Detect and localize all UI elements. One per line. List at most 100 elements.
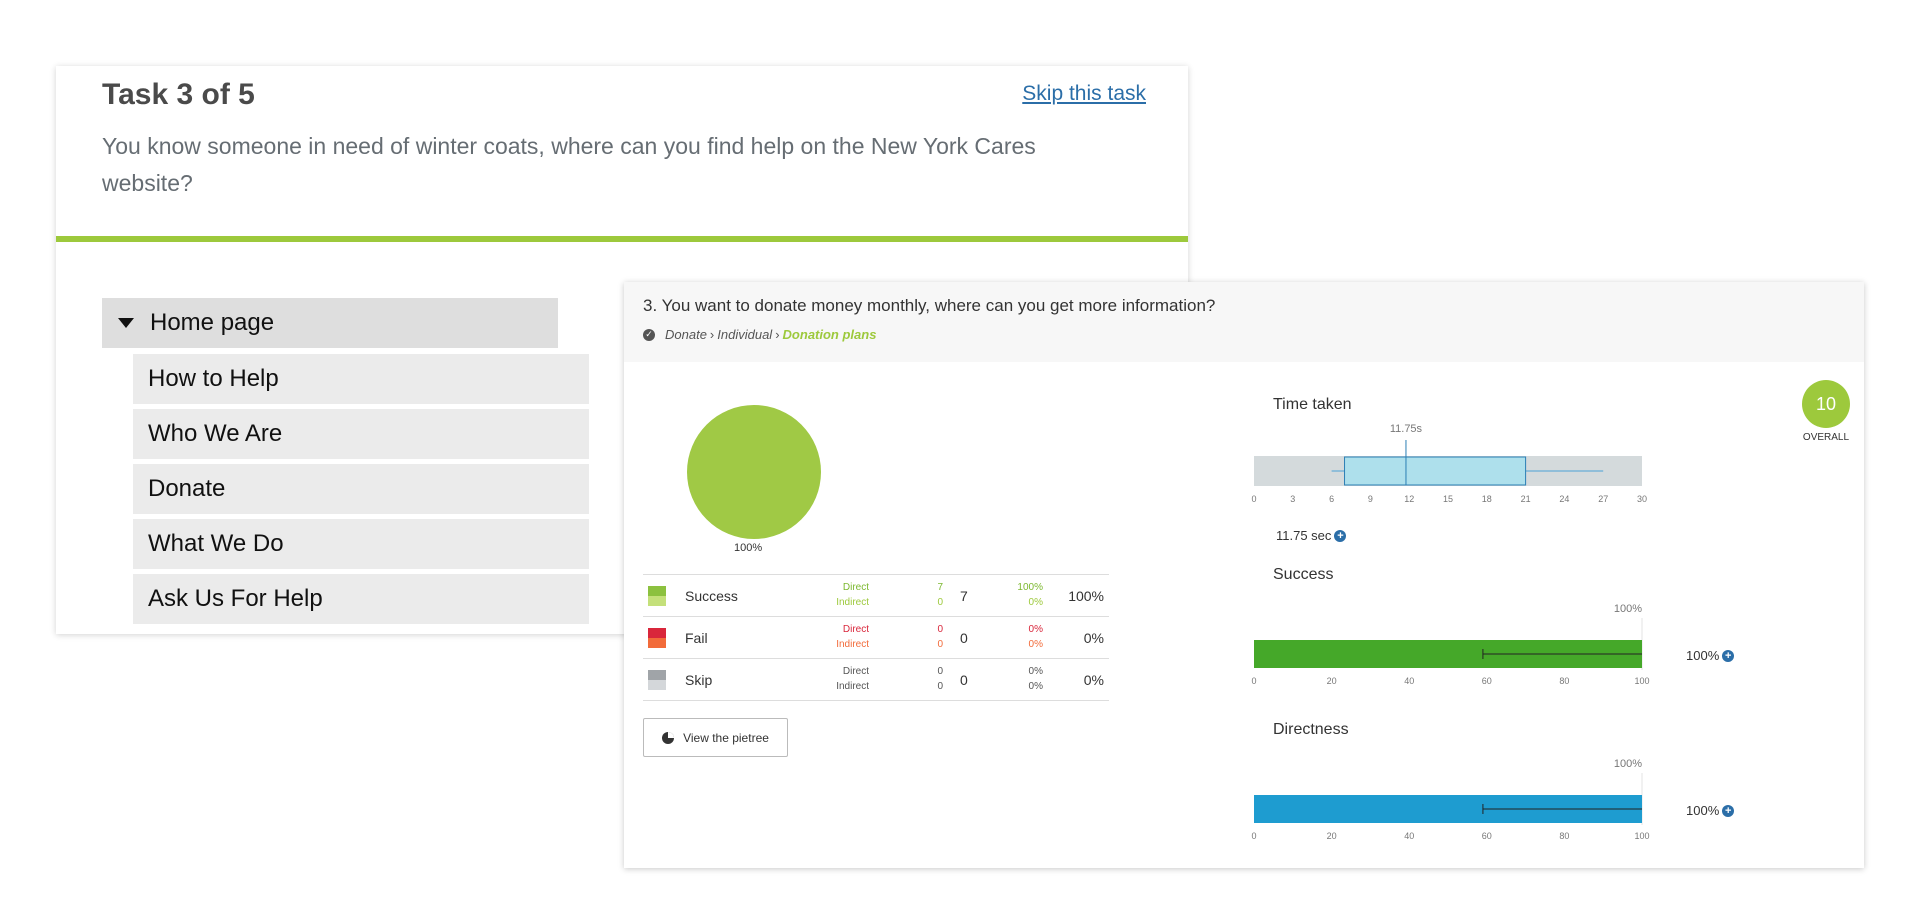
direct-percent: 100% [1017, 582, 1043, 593]
bar-top-label: 100% [1614, 758, 1642, 770]
direct-percent: 0% [1028, 624, 1043, 635]
total-count: 7 [960, 588, 968, 604]
direct-label: Direct [842, 666, 869, 677]
tree-item-label: How to Help [148, 365, 279, 392]
success-value-label: 100% [1686, 648, 1720, 663]
bar-top-label: 100% [1614, 603, 1642, 615]
axis-tick-label: 18 [1482, 494, 1492, 504]
view-pietree-button[interactable]: View the pietree [643, 718, 788, 757]
axis-tick-label: 15 [1443, 494, 1453, 504]
total-percent: 0% [1083, 672, 1104, 688]
breadcrumb-item: Donate [665, 327, 707, 342]
tree-item-label: Donate [148, 475, 226, 502]
time-value-label: 11.75 sec [1276, 528, 1332, 543]
axis-tick-label: 21 [1521, 494, 1531, 504]
overall-score-badge: 10 [1802, 380, 1850, 428]
directness-value-link[interactable]: 100% + [1686, 803, 1735, 818]
axis-tick-label: 40 [1404, 676, 1414, 686]
correct-path-breadcrumb: ✓ Donate › Individual › Donation plans [643, 327, 876, 342]
total-percent: 100% [1068, 588, 1104, 604]
axis-tick-label: 0 [1251, 831, 1256, 841]
chart-title-time-taken: Time taken [1273, 396, 1352, 413]
status-swatch [648, 628, 666, 648]
boxplot-box [1344, 456, 1527, 486]
direct-label: Direct [842, 624, 869, 635]
axis-tick-label: 6 [1329, 494, 1334, 504]
indirect-count: 0 [937, 639, 943, 650]
pie-slice-success [687, 405, 821, 539]
axis-tick-label: 0 [1251, 494, 1256, 504]
pie-percentage-label: 100% [734, 542, 763, 554]
chevron-right-icon: › [775, 327, 780, 342]
total-percent: 0% [1083, 630, 1104, 646]
time-value-link[interactable]: 11.75 sec + [1276, 528, 1347, 543]
axis-tick-label: 60 [1482, 676, 1492, 686]
direct-count: 7 [937, 582, 943, 593]
row-label: Fail [685, 630, 708, 646]
task-title: Task 3 of 5 [102, 78, 255, 111]
plus-circle-icon: + [1722, 804, 1735, 817]
axis-tick-label: 100 [1634, 831, 1649, 841]
axis-tick-label: 24 [1559, 494, 1569, 504]
axis-tick-label: 100 [1634, 676, 1649, 686]
directness-value-label: 100% [1686, 803, 1720, 818]
tree-item[interactable]: Who We Are [133, 409, 589, 459]
tree-item-label: Ask Us For Help [148, 585, 323, 612]
direct-count: 0 [937, 624, 943, 635]
tree-item-home-page[interactable]: Home page [102, 298, 558, 348]
time-taken-boxplot: 11.75s 0 3 6 9 12 15 18 21 24 27 30 [1251, 423, 1647, 504]
results-question: 3. You want to donate money monthly, whe… [643, 296, 1216, 315]
indirect-percent: 0% [1028, 597, 1043, 608]
indirect-count: 0 [937, 681, 943, 692]
skip-task-link[interactable]: Skip this task [1022, 82, 1146, 106]
results-table: Success Direct Indirect 7 0 7 100% 0% 100% Fail D… [643, 574, 1109, 701]
axis-tick-label: 3 [1290, 494, 1295, 504]
table-row: Success Direct Indirect 7 0 7 100% 0% 100% [643, 574, 1109, 616]
breadcrumb-item: Individual [717, 327, 773, 342]
plus-circle-icon: + [1722, 649, 1735, 662]
axis-tick-label: 0 [1251, 676, 1256, 686]
overall-score-label: OVERALL [1802, 432, 1850, 443]
axis-tick-label: 9 [1368, 494, 1373, 504]
tree-root-label: Home page [150, 309, 275, 336]
tree-item-label: Who We Are [148, 420, 283, 447]
breadcrumb-item-correct: Donation plans [782, 327, 877, 342]
axis-tick-label: 80 [1559, 831, 1569, 841]
table-row: Skip Direct Indirect 0 0 0 0% 0% 0% [643, 658, 1109, 701]
direct-percent: 0% [1028, 666, 1043, 677]
tree-item[interactable]: Ask Us For Help [133, 574, 589, 624]
axis-tick-label: 27 [1598, 494, 1608, 504]
direct-label: Direct [842, 582, 869, 593]
chart-title-directness: Directness [1273, 721, 1349, 738]
indirect-label: Indirect [836, 639, 869, 650]
tree-item[interactable]: How to Help [133, 354, 589, 404]
axis-tick-label: 40 [1404, 831, 1414, 841]
task-question: You know someone in need of winter coats… [102, 133, 1036, 196]
median-label: 11.75s [1390, 423, 1423, 435]
axis-tick-label: 30 [1637, 494, 1647, 504]
chevron-right-icon: › [709, 327, 715, 342]
axis-tick-label: 60 [1482, 831, 1492, 841]
tree-item[interactable]: Donate [133, 464, 589, 514]
axis-tick-label: 80 [1559, 676, 1569, 686]
pie-chart-icon [662, 731, 675, 744]
axis-tick-label: 20 [1327, 676, 1337, 686]
directness-bar-chart: 100% 0 20 40 60 80 100 [1251, 758, 1649, 841]
total-count: 0 [960, 672, 968, 688]
task-header: Task 3 of 5 Skip this task You know some… [56, 66, 1188, 242]
indirect-percent: 0% [1028, 639, 1043, 650]
row-label: Success [685, 588, 738, 604]
tree-item[interactable]: What We Do [133, 519, 589, 569]
indirect-percent: 0% [1028, 681, 1043, 692]
tree-item-label: What We Do [148, 530, 284, 557]
status-swatch [648, 586, 666, 606]
table-row: Fail Direct Indirect 0 0 0 0% 0% 0% [643, 616, 1109, 658]
success-value-link[interactable]: 100% + [1686, 648, 1735, 663]
indirect-count: 0 [937, 597, 943, 608]
axis-tick-label: 12 [1404, 494, 1414, 504]
row-label: Skip [685, 672, 713, 688]
check-circle-icon: ✓ [643, 328, 655, 341]
status-swatch [648, 670, 666, 690]
plus-circle-icon: + [1334, 529, 1347, 542]
results-panel: 3. You want to donate money monthly, whe… [624, 282, 1864, 868]
